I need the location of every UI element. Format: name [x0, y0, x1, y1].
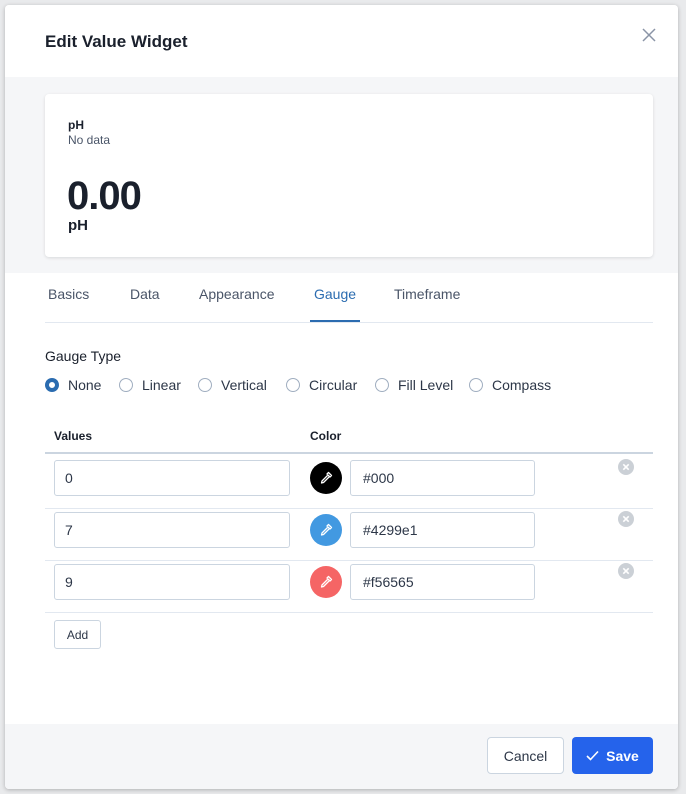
save-button[interactable]: Save	[572, 737, 653, 774]
radio-circle	[286, 378, 300, 392]
radio-circle	[469, 378, 483, 392]
preview-title: pH	[68, 118, 84, 132]
radio-compass[interactable]: Compass	[469, 376, 551, 394]
threshold-value-input[interactable]	[54, 564, 290, 600]
color-column-header: Color	[310, 429, 342, 443]
row-divider	[45, 612, 653, 613]
radio-label: Vertical	[221, 377, 267, 393]
preview-subtitle: No data	[68, 133, 111, 147]
tab-bar: Basics Data Appearance Gauge Timeframe	[45, 275, 653, 323]
remove-circle-icon[interactable]	[618, 511, 634, 527]
tab-basics[interactable]: Basics	[48, 286, 89, 320]
radio-label: Circular	[309, 377, 358, 393]
color-picker-button[interactable]	[310, 566, 342, 598]
close-icon[interactable]	[639, 25, 659, 45]
radio-circular[interactable]: Circular	[286, 376, 357, 394]
radio-none[interactable]: None	[45, 376, 101, 394]
eyedropper-icon	[320, 575, 333, 588]
edit-value-widget-dialog: Edit Value Widget pH No data 0.00 pH Bas…	[5, 5, 678, 789]
dialog-header: Edit Value Widget	[5, 5, 678, 77]
eyedropper-icon	[320, 523, 333, 536]
radio-circle	[198, 378, 212, 392]
radio-label: Linear	[142, 377, 181, 393]
threshold-row	[45, 506, 653, 556]
add-threshold-button[interactable]: Add	[54, 620, 101, 649]
threshold-value-input[interactable]	[54, 460, 290, 496]
threshold-color-input[interactable]	[350, 512, 535, 548]
radio-vertical[interactable]: Vertical	[198, 376, 267, 394]
tab-gauge[interactable]: Gauge	[309, 286, 361, 322]
widget-preview-card: pH No data 0.00 pH	[45, 94, 653, 257]
eyedropper-icon	[320, 471, 333, 484]
radio-linear[interactable]: Linear	[119, 376, 181, 394]
threshold-value-input[interactable]	[54, 512, 290, 548]
tab-data[interactable]: Data	[130, 286, 160, 320]
tab-appearance[interactable]: Appearance	[199, 286, 275, 320]
radio-fill-level[interactable]: Fill Level	[375, 376, 453, 394]
remove-circle-icon[interactable]	[618, 459, 634, 475]
tab-timeframe[interactable]: Timeframe	[394, 286, 460, 320]
gauge-type-radio-group: None Linear Vertical Circular Fill Level…	[45, 376, 665, 394]
values-column-header: Values	[54, 429, 93, 443]
threshold-row	[45, 454, 653, 504]
radio-circle	[119, 378, 133, 392]
radio-label: Fill Level	[398, 377, 454, 393]
gauge-type-label: Gauge Type	[45, 348, 122, 364]
threshold-color-input[interactable]	[350, 460, 535, 496]
remove-circle-icon[interactable]	[618, 563, 634, 579]
threshold-row	[45, 558, 653, 608]
radio-label: None	[68, 377, 102, 393]
color-picker-button[interactable]	[310, 514, 342, 546]
dialog-footer: Cancel Save	[5, 724, 678, 789]
check-icon	[586, 750, 599, 761]
widget-preview-area: pH No data 0.00 pH	[5, 77, 678, 273]
dialog-title: Edit Value Widget	[45, 32, 188, 51]
radio-circle	[375, 378, 389, 392]
preview-value: 0.00	[67, 174, 142, 218]
cancel-button[interactable]: Cancel	[487, 737, 564, 774]
radio-circle	[45, 378, 59, 392]
threshold-color-input[interactable]	[350, 564, 535, 600]
radio-label: Compass	[492, 377, 552, 393]
color-picker-button[interactable]	[310, 462, 342, 494]
save-label: Save	[606, 747, 639, 764]
preview-unit: pH	[68, 217, 88, 234]
